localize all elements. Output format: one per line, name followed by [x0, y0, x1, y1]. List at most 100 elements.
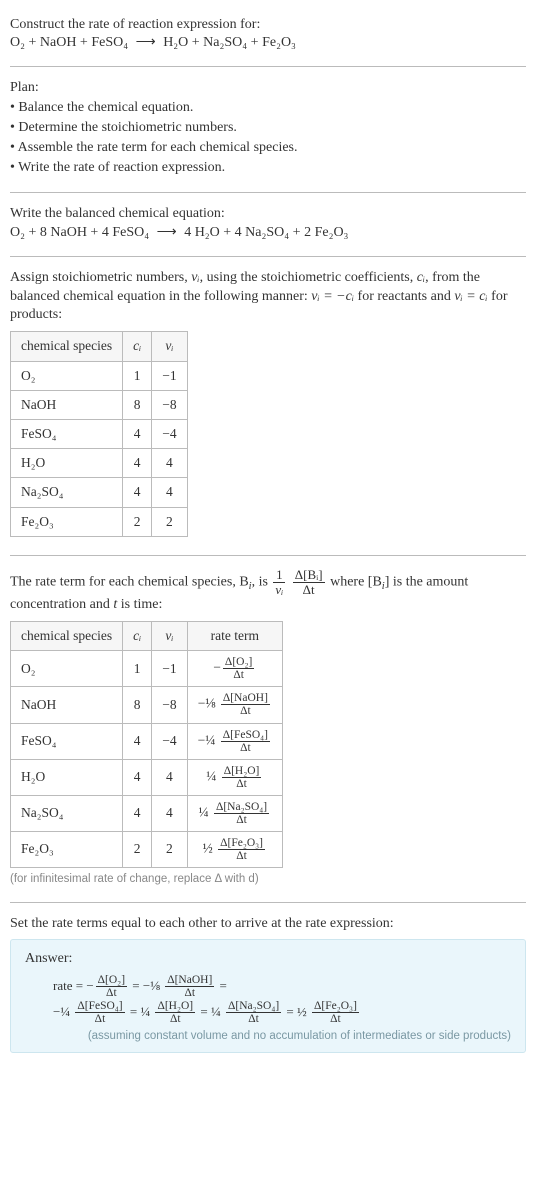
cell-vi: −4	[152, 420, 187, 449]
cell-vi: −1	[152, 361, 187, 390]
table-row: H₂O 4 4	[11, 449, 188, 478]
coef: −⅛	[198, 696, 219, 711]
plan-item: • Assemble the rate term for each chemic…	[10, 138, 526, 158]
text: = ¼	[197, 1004, 224, 1019]
col-ci: cᵢ	[123, 332, 152, 361]
cell-rateterm: ¼ Δ[Na₂SO₄]Δt	[187, 795, 282, 831]
divider	[10, 256, 526, 257]
cell-ci: 4	[123, 759, 152, 795]
cell-ci: 4	[123, 420, 152, 449]
divider	[10, 902, 526, 903]
col-ci: cᵢ	[123, 622, 152, 651]
frac-den: Δt	[226, 1013, 281, 1025]
cell-ci: 8	[123, 687, 152, 723]
cell-rateterm: ¼ Δ[H₂O]Δt	[187, 759, 282, 795]
rateterm-table: chemical species cᵢ νᵢ rate term O₂ 1 −1…	[10, 621, 283, 868]
col-vi: νᵢ	[152, 622, 187, 651]
frac: Δ[Fe₂O₃]Δt	[310, 1000, 361, 1025]
frac-num: Δ[O₂]	[96, 974, 127, 987]
cell-ci: 1	[123, 651, 152, 687]
frac-num: Δ[Fe₂O₃]	[312, 1000, 359, 1013]
document-page: Construct the rate of reaction expressio…	[0, 0, 536, 1083]
text: rate = −	[53, 978, 94, 993]
text: , is	[252, 574, 272, 589]
frac-den: Δt	[221, 705, 270, 717]
final-section: Set the rate terms equal to each other t…	[10, 907, 526, 1063]
cell-vi: −8	[152, 687, 187, 723]
balanced-heading: Write the balanced chemical equation:	[10, 205, 526, 223]
frac-den: Δt	[155, 1013, 195, 1025]
frac-num: Δ[NaOH]	[221, 692, 270, 705]
frac-den: νᵢ	[273, 583, 285, 597]
c-i: cᵢ	[417, 270, 425, 285]
stoich-intro: Assign stoichiometric numbers, νᵢ, using…	[10, 269, 526, 326]
answer-line-2: −¼ Δ[FeSO₄]Δt = ¼ Δ[H₂O]Δt = ¼ Δ[Na₂SO₄]…	[53, 1000, 511, 1026]
table-row: NaOH 8 −8	[11, 390, 188, 419]
cell-ci: 4	[123, 795, 152, 831]
frac: Δ[Na₂SO₄]Δt	[212, 801, 271, 826]
frac-num: Δ[Na₂SO₄]	[214, 801, 269, 814]
coef: ¼	[206, 768, 220, 783]
col-vi: νᵢ	[152, 332, 187, 361]
table-row: Fe₂O₃ 2 2 ½ Δ[Fe₂O₃]Δt	[11, 831, 283, 867]
table-row: FeSO₄ 4 −4 −¼ Δ[FeSO₄]Δt	[11, 723, 283, 759]
cell-vi: 4	[152, 759, 187, 795]
frac-num: Δ[Bᵢ]	[293, 568, 325, 583]
cell-species: O₂	[11, 651, 123, 687]
frac-num: Δ[Fe₂O₃]	[218, 837, 265, 850]
table-header-row: chemical species cᵢ νᵢ rate term	[11, 622, 283, 651]
final-heading: Set the rate terms equal to each other t…	[10, 915, 526, 933]
cell-species: NaOH	[11, 687, 123, 723]
frac-den: Δt	[96, 987, 127, 999]
coef: −¼	[198, 732, 219, 747]
cell-vi: 2	[152, 831, 187, 867]
col-rateterm: rate term	[187, 622, 282, 651]
frac-num: Δ[H₂O]	[155, 1000, 195, 1013]
prompt-title: Construct the rate of reaction expressio…	[10, 16, 526, 34]
prompt-lhs: O₂ + NaOH + FeSO₄	[10, 35, 128, 50]
plan-section: Plan: • Balance the chemical equation. •…	[10, 71, 526, 188]
frac: Δ[O₂]Δt	[221, 656, 256, 681]
prompt-section: Construct the rate of reaction expressio…	[10, 8, 526, 62]
frac-dB-dt: Δ[Bᵢ] Δt	[291, 568, 327, 596]
plan-item: • Write the rate of reaction expression.	[10, 158, 526, 178]
balanced-rhs: 4 H₂O + 4 Na₂SO₄ + 2 Fe₂O₃	[184, 225, 348, 240]
cell-ci: 4	[123, 449, 152, 478]
prompt-equation: O₂ + NaOH + FeSO₄ ⟶ H₂O + Na₂SO₄ + Fe₂O₃	[10, 34, 526, 52]
plan-list: • Balance the chemical equation. • Deter…	[10, 98, 526, 179]
text: for reactants and	[354, 289, 454, 304]
answer-box: Answer: rate = −Δ[O₂]Δt = −⅛ Δ[NaOH]Δt =…	[10, 939, 526, 1053]
cell-rateterm: −⅛ Δ[NaOH]Δt	[187, 687, 282, 723]
frac-den: Δt	[293, 583, 325, 597]
answer-line-1: rate = −Δ[O₂]Δt = −⅛ Δ[NaOH]Δt =	[53, 974, 511, 1000]
cell-rateterm: ½ Δ[Fe₂O₃]Δt	[187, 831, 282, 867]
cell-vi: −1	[152, 651, 187, 687]
rateterm-intro: The rate term for each chemical species,…	[10, 568, 526, 615]
table-row: Fe₂O₃ 2 2	[11, 507, 188, 536]
text: is time:	[117, 597, 162, 612]
frac: Δ[H₂O]Δt	[220, 765, 264, 790]
cell-rateterm: −Δ[O₂]Δt	[187, 651, 282, 687]
cell-species: NaOH	[11, 390, 123, 419]
coef: ½	[203, 841, 217, 856]
cell-vi: 4	[152, 449, 187, 478]
answer-expression: rate = −Δ[O₂]Δt = −⅛ Δ[NaOH]Δt = −¼ Δ[Fe…	[25, 974, 511, 1025]
text: Assign stoichiometric numbers,	[10, 270, 191, 285]
cell-species: FeSO₄	[11, 420, 123, 449]
col-species: chemical species	[11, 622, 123, 651]
frac: Δ[NaOH]Δt	[219, 692, 272, 717]
divider	[10, 66, 526, 67]
text: where [B	[330, 574, 382, 589]
arrow-icon: ⟶	[132, 34, 160, 52]
stoich-table: chemical species cᵢ νᵢ O₂ 1 −1 NaOH 8 −8…	[10, 331, 188, 537]
rel-product: νᵢ = cᵢ	[454, 289, 487, 304]
text: = −⅛	[129, 978, 163, 993]
text: = ½	[283, 1004, 310, 1019]
frac: Δ[O₂]Δt	[94, 974, 129, 999]
prompt-rhs: H₂O + Na₂SO₄ + Fe₂O₃	[163, 35, 296, 50]
cell-vi: 2	[152, 507, 187, 536]
cell-ci: 2	[123, 831, 152, 867]
frac: Δ[NaOH]Δt	[163, 974, 216, 999]
frac-num: Δ[FeSO₄]	[221, 729, 270, 742]
text: = ¼	[127, 1004, 154, 1019]
